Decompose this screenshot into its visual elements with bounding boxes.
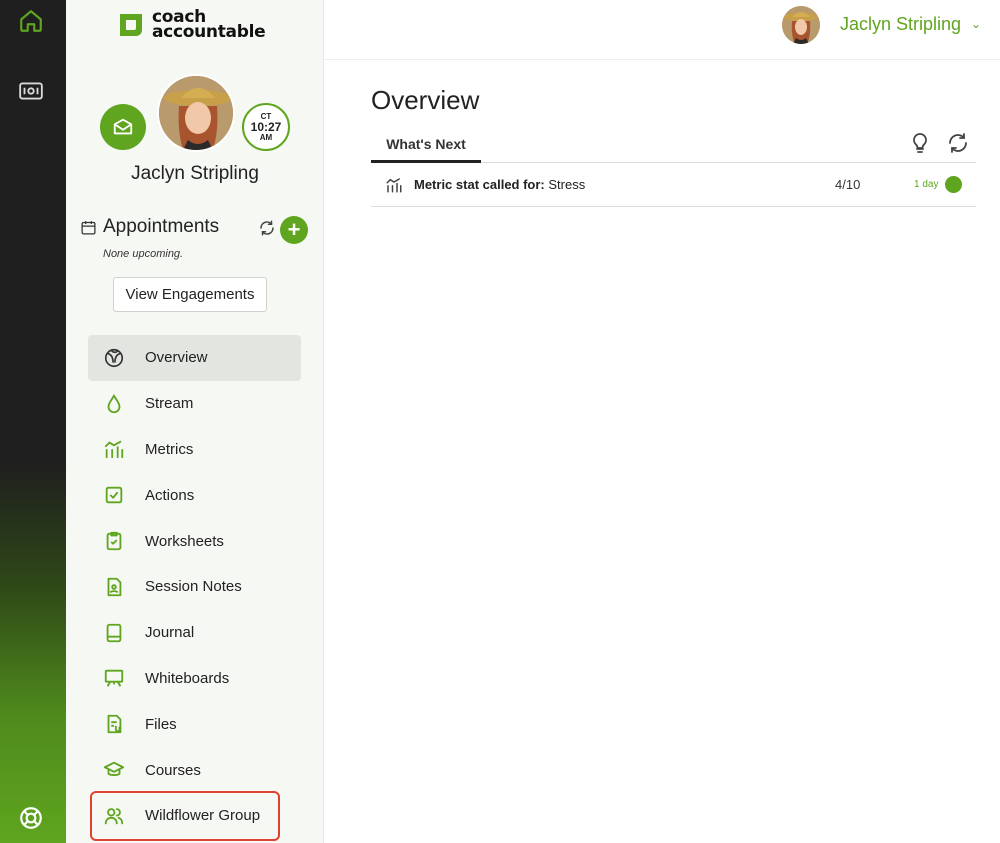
refresh-icon[interactable] <box>258 219 276 237</box>
profile-avatar[interactable] <box>157 74 235 152</box>
lifebuoy-icon[interactable] <box>14 801 48 835</box>
chevron-down-icon[interactable]: ⌄ <box>971 17 981 31</box>
files-icon <box>102 712 126 736</box>
nav-item-whiteboards[interactable]: Whiteboards <box>88 656 301 702</box>
envelope-icon <box>113 118 133 135</box>
nav-item-stream[interactable]: Stream <box>88 381 301 427</box>
logo-mark-icon <box>120 14 142 36</box>
nav-item-courses[interactable]: Courses <box>88 747 301 793</box>
drop-icon <box>102 392 126 416</box>
timezone-clock-badge: CT 10:27 AM <box>242 103 290 151</box>
appointments-section: Appointments + None upcoming. <box>80 216 312 260</box>
refresh-icon[interactable] <box>946 131 970 155</box>
top-bar: Jaclyn Stripling ⌄ <box>325 0 1000 60</box>
ticket-icon[interactable] <box>14 74 48 108</box>
lightbulb-icon[interactable] <box>908 131 932 155</box>
whiteboard-icon <box>102 666 126 690</box>
nav-item-wildflower-group[interactable]: Wildflower Group <box>90 790 280 841</box>
nav-item-files[interactable]: Files <box>88 701 301 747</box>
clipboard-icon <box>102 529 126 553</box>
whats-next-row[interactable]: Metric stat called for: Stress 4/10 1 da… <box>371 163 976 207</box>
page-title: Overview <box>371 85 480 115</box>
overview-icon <box>102 346 126 370</box>
graduation-cap-icon <box>102 758 126 782</box>
appointments-title: Appointments <box>103 216 220 237</box>
app-logo[interactable]: coach accountable <box>116 7 266 42</box>
nav-item-worksheets[interactable]: Worksheets <box>88 518 301 564</box>
user-avatar[interactable] <box>782 6 820 44</box>
nav-item-actions[interactable]: Actions <box>88 472 301 518</box>
logo-wordmark: coach accountable <box>152 7 266 42</box>
row-value: 4/10 <box>835 177 861 192</box>
metrics-icon <box>386 177 402 192</box>
appointments-status: None upcoming. <box>103 248 184 260</box>
tab-whats-next[interactable]: What's Next <box>371 128 481 163</box>
nav-item-overview[interactable]: Overview <box>88 335 301 381</box>
journal-icon <box>102 621 126 645</box>
calendar-icon <box>81 220 96 235</box>
client-nav: Overview Stream Metrics Actions Workshee… <box>88 335 301 841</box>
nav-item-metrics[interactable]: Metrics <box>88 427 301 473</box>
profile-name: Jaclyn Stripling <box>131 163 259 184</box>
status-dot <box>945 176 962 193</box>
group-icon <box>102 804 126 828</box>
tab-bar: What's Next <box>371 128 976 163</box>
view-engagements-button[interactable]: View Engagements <box>113 277 267 312</box>
left-rail <box>0 0 66 843</box>
home-icon[interactable] <box>14 4 48 38</box>
message-button[interactable] <box>100 104 146 150</box>
row-description: Metric stat called for: Stress <box>414 177 586 192</box>
add-appointment-button[interactable]: + <box>280 216 308 244</box>
checkbox-icon <box>102 483 126 507</box>
nav-item-session-notes[interactable]: Session Notes <box>88 564 301 610</box>
metrics-icon <box>102 437 126 461</box>
user-menu-name[interactable]: Jaclyn Stripling <box>840 14 961 35</box>
nav-item-journal[interactable]: Journal <box>88 610 301 656</box>
row-due: 1 day <box>914 179 939 190</box>
notes-icon <box>102 575 126 599</box>
client-sidebar: coach accountable CT 10:27 AM Jaclyn Str… <box>66 0 324 843</box>
